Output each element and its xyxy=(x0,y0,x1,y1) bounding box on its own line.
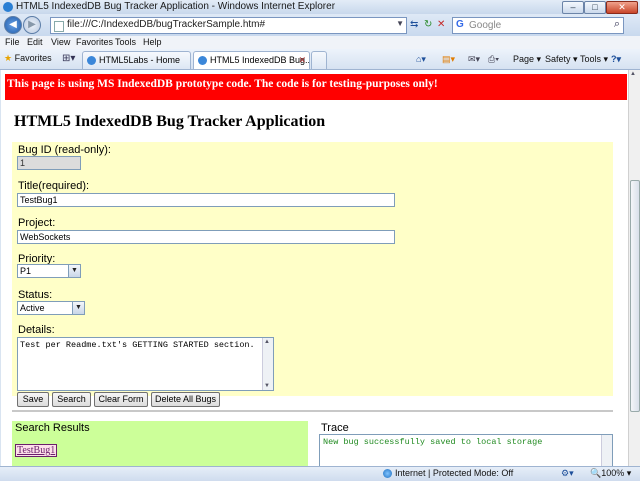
print-icon[interactable]: ⎙▾ xyxy=(488,54,499,65)
details-label: Details: xyxy=(18,324,55,336)
title-label: Title(required): xyxy=(18,180,90,192)
protected-mode-icon[interactable]: ⚙▾ xyxy=(561,468,574,479)
tools-menu-button[interactable]: Tools ▾ xyxy=(580,54,608,65)
search-button[interactable]: Search xyxy=(52,392,91,407)
back-button[interactable]: ◀ xyxy=(4,16,22,34)
warning-banner-text: This page is using MS IndexedDB prototyp… xyxy=(7,78,438,90)
project-field[interactable]: WebSockets xyxy=(17,230,395,244)
tab-label: HTML5Labs - Home xyxy=(99,55,181,65)
ie-page-icon xyxy=(87,56,96,66)
refresh-icon[interactable]: ↻ xyxy=(424,19,432,30)
google-logo-icon: G xyxy=(456,19,464,30)
star-icon: ★ xyxy=(4,53,13,63)
bug-form: Bug ID (read-only): 1 Title(required): T… xyxy=(12,142,613,407)
url-text: file:///C:/IndexedDB/bugTrackerSample.ht… xyxy=(67,19,266,30)
status-label: Status: xyxy=(18,289,53,301)
page-menu-button[interactable]: Page ▾ xyxy=(513,54,541,65)
title-field[interactable]: TestBug1 xyxy=(17,193,395,207)
maximize-button[interactable]: □ xyxy=(584,1,606,14)
priority-selected-value: P1 xyxy=(20,266,32,276)
status-bar: Internet | Protected Mode: Off ⚙▾ 🔍100% … xyxy=(0,466,640,481)
bug-id-field: 1 xyxy=(17,156,81,170)
stop-icon[interactable]: ✕ xyxy=(437,19,445,30)
chevron-down-icon[interactable]: ▼ xyxy=(68,265,80,277)
ie-page-icon xyxy=(198,56,207,66)
address-dropdown-icon[interactable]: ▼ xyxy=(396,19,404,28)
window-title-bar: HTML5 IndexedDB Bug Tracker Application … xyxy=(0,0,640,14)
page-content: This page is using MS IndexedDB prototyp… xyxy=(1,70,628,466)
internet-zone-icon xyxy=(383,469,392,478)
window-title: HTML5 IndexedDB Bug Tracker Application … xyxy=(16,1,336,12)
address-bar[interactable]: file:///C:/IndexedDB/bugTrackerSample.ht… xyxy=(50,17,407,34)
status-select[interactable]: Active ▼ xyxy=(17,301,85,315)
page-icon xyxy=(54,21,64,32)
zoom-icon: 🔍 xyxy=(590,468,602,478)
tab-label: HTML5 IndexedDB Bug... xyxy=(210,55,310,65)
close-tab-icon[interactable]: ✕ xyxy=(298,52,306,69)
favorites-button[interactable]: ★ Favorites xyxy=(4,53,52,64)
favorites-label: Favorites xyxy=(14,53,52,63)
trace-header: Trace xyxy=(321,422,349,434)
details-text: Test per Readme.txt's GETTING STARTED se… xyxy=(20,340,255,350)
search-result-link[interactable]: TestBug1 xyxy=(15,444,58,457)
help-icon[interactable]: ?▾ xyxy=(611,54,621,65)
menu-view[interactable]: View xyxy=(51,37,70,47)
safety-menu-button[interactable]: Safety ▾ xyxy=(545,54,578,65)
menu-help[interactable]: Help xyxy=(143,37,162,47)
safety-menu-label: Safety xyxy=(545,54,571,64)
trace-scrollbar[interactable] xyxy=(601,435,612,466)
menu-bar: File Edit View Favorites Tools Help xyxy=(0,36,640,50)
section-divider xyxy=(12,410,613,413)
warning-banner: This page is using MS IndexedDB prototyp… xyxy=(5,74,627,100)
project-label: Project: xyxy=(18,217,56,229)
home-icon[interactable]: ⌂▾ xyxy=(416,54,426,65)
new-tab-button[interactable] xyxy=(311,51,327,69)
tab-bug-tracker[interactable]: HTML5 IndexedDB Bug... ✕ xyxy=(193,51,310,69)
tab-html5labs[interactable]: HTML5Labs - Home xyxy=(82,51,191,69)
tools-menu-label: Tools xyxy=(580,54,602,64)
address-toolbar: ◀ ▶ file:///C:/IndexedDB/bugTrackerSampl… xyxy=(0,14,640,36)
details-textarea[interactable]: Test per Readme.txt's GETTING STARTED se… xyxy=(17,337,274,391)
zoom-value: 100% xyxy=(601,468,625,478)
search-placeholder: Google xyxy=(469,20,502,31)
scroll-up-icon[interactable]: ▲ xyxy=(264,339,270,345)
search-results-header: Search Results xyxy=(15,422,90,434)
search-results-panel: Search Results TestBug1 xyxy=(12,421,308,466)
page-scrollbar[interactable]: ▲ xyxy=(628,70,640,466)
search-box[interactable]: G Google ⌕ xyxy=(452,17,624,34)
scroll-up-icon[interactable]: ▲ xyxy=(630,71,636,77)
close-window-button[interactable]: ✕ xyxy=(606,1,638,14)
menu-tools[interactable]: Tools xyxy=(115,37,136,47)
compatibility-icon[interactable]: ⇆ xyxy=(410,19,418,30)
menu-file[interactable]: File xyxy=(5,37,20,47)
favorites-and-tabs-bar: ★ Favorites ⊞▾ HTML5Labs - Home HTML5 In… xyxy=(0,49,640,70)
ie-app-icon xyxy=(3,2,13,12)
details-scrollbar[interactable]: ▲ ▼ xyxy=(262,338,273,390)
forward-button[interactable]: ▶ xyxy=(23,16,41,34)
delete-all-bugs-button[interactable]: Delete All Bugs xyxy=(151,392,220,407)
search-icon[interactable]: ⌕ xyxy=(614,18,620,31)
mail-icon[interactable]: ✉▾ xyxy=(468,54,480,65)
menu-edit[interactable]: Edit xyxy=(27,37,43,47)
page-menu-label: Page xyxy=(513,54,535,64)
status-selected-value: Active xyxy=(20,303,45,313)
security-zone-text[interactable]: Internet | Protected Mode: Off xyxy=(395,468,513,478)
menu-favorites[interactable]: Favorites xyxy=(76,37,113,47)
bug-id-label: Bug ID (read-only): xyxy=(18,144,111,156)
minimize-button[interactable]: – xyxy=(562,1,584,14)
quick-tabs-icon[interactable]: ⊞▾ xyxy=(62,53,75,64)
clear-form-button[interactable]: Clear Form xyxy=(94,392,148,407)
priority-select[interactable]: P1 ▼ xyxy=(17,264,81,278)
trace-text: New bug successfully saved to local stor… xyxy=(323,437,543,447)
scroll-down-icon[interactable]: ▼ xyxy=(264,383,270,389)
feeds-icon[interactable]: ▤▾ xyxy=(442,54,455,65)
scrollbar-thumb[interactable] xyxy=(630,180,640,412)
trace-textarea[interactable]: New bug successfully saved to local stor… xyxy=(319,434,613,466)
save-button[interactable]: Save xyxy=(17,392,49,407)
chevron-down-icon[interactable]: ▼ xyxy=(72,302,84,314)
zoom-level[interactable]: 🔍100% ▾ xyxy=(590,468,631,479)
page-title: HTML5 IndexedDB Bug Tracker Application xyxy=(14,113,326,130)
